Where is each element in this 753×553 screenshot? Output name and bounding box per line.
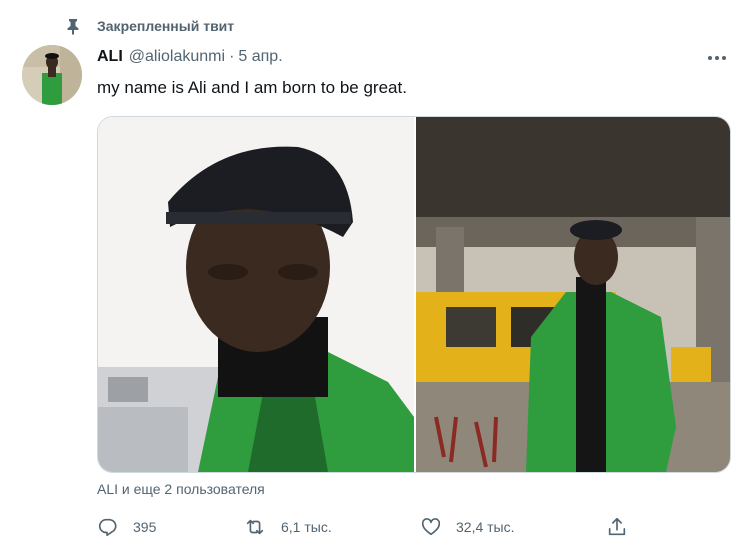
like-count: 32,4 тыс. (456, 519, 515, 535)
avatar[interactable] (22, 45, 82, 105)
separator-dot: · (229, 48, 235, 65)
share-icon (608, 517, 626, 536)
tweet-date[interactable]: 5 апр. (238, 48, 282, 66)
tweet-photo-street[interactable] (416, 117, 730, 472)
tweet-media (97, 116, 731, 473)
more-icon (708, 56, 726, 60)
pinned-tweet-indicator: Закрепленный твит (64, 14, 234, 38)
reply-icon (98, 518, 117, 537)
tweet-header: ALI @aliolakunmi · 5 апр. (97, 48, 283, 66)
share-button[interactable] (606, 512, 628, 542)
tweet-text: my name is Ali and I am born to be great… (97, 78, 407, 97)
pinned-label: Закрепленный твит (97, 18, 235, 34)
tweet-actions: 395 6,1 тыс. 32,4 тыс. (97, 512, 637, 542)
retweet-button[interactable]: 6,1 тыс. (243, 512, 332, 542)
user-handle[interactable]: @aliolakunmi (129, 48, 225, 66)
tweet-photo-portrait[interactable] (98, 117, 414, 472)
pin-icon (64, 17, 82, 35)
more-options-button[interactable] (700, 46, 734, 70)
reply-count: 395 (133, 519, 157, 535)
display-name[interactable]: ALI (97, 48, 123, 66)
reply-button[interactable]: 395 (97, 512, 156, 542)
retweet-count: 6,1 тыс. (281, 519, 332, 535)
heart-icon (421, 518, 441, 536)
liked-by-text[interactable]: ALI и еще 2 пользователя (97, 481, 265, 497)
like-button[interactable]: 32,4 тыс. (420, 512, 515, 542)
retweet-icon (246, 519, 264, 535)
